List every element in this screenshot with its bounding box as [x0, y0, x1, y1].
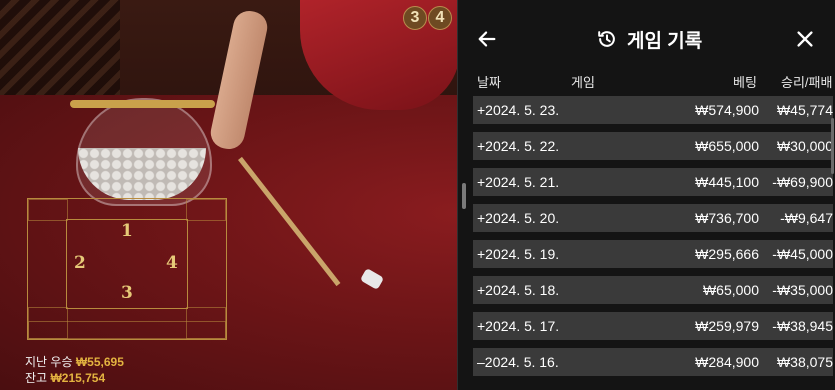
- betting-board: 1 2 3 4: [27, 198, 227, 340]
- back-button[interactable]: [472, 24, 502, 54]
- row-win-loss: -₩35,000: [772, 282, 833, 298]
- scrollbar[interactable]: [831, 118, 834, 174]
- row-bet: ₩284,900: [695, 354, 759, 370]
- column-header-date: 날짜: [477, 75, 501, 90]
- close-button[interactable]: [790, 24, 820, 54]
- history-row[interactable]: +2024. 5. 21. ₩445,100 -₩69,900: [473, 168, 833, 196]
- result-ball: 3: [403, 6, 427, 30]
- board-number-1: 1: [121, 221, 133, 241]
- row-bet: ₩655,000: [695, 138, 759, 154]
- row-win-loss: ₩45,774: [776, 102, 833, 118]
- history-row[interactable]: +2024. 5. 19. ₩295,666 -₩45,000: [473, 240, 833, 268]
- panel-header: 게임 기록: [458, 0, 835, 74]
- close-icon: [797, 31, 813, 47]
- ball-dome: [70, 98, 215, 208]
- board-cell: [186, 199, 226, 221]
- row-date: +2024. 5. 23.: [477, 102, 560, 118]
- row-bet: ₩259,979: [695, 318, 759, 334]
- column-header-win-loss: 승리/패배: [781, 75, 833, 90]
- row-bet: ₩736,700: [695, 210, 759, 226]
- recent-results: 34: [403, 6, 453, 30]
- last-win-line: 지난 우승 ₩55,695: [25, 354, 124, 370]
- balance-amount: ₩215,754: [50, 371, 106, 385]
- row-bet: ₩445,100: [695, 174, 759, 190]
- balance-line: 잔고 ₩215,754: [25, 370, 124, 386]
- row-bet: ₩65,000: [702, 282, 759, 298]
- dome-rim: [70, 100, 215, 108]
- board-cell: [28, 321, 226, 339]
- column-header-game: 게임: [571, 75, 595, 90]
- row-win-loss: -₩69,900: [772, 174, 833, 190]
- history-row[interactable]: +2024. 5. 18. ₩65,000 -₩35,000: [473, 276, 833, 304]
- result-ball: 4: [428, 6, 452, 30]
- panel-title: 게임 기록: [627, 30, 703, 52]
- history-row[interactable]: +2024. 5. 20. ₩736,700 -₩9,647: [473, 204, 833, 232]
- row-bet: ₩574,900: [695, 102, 759, 118]
- arrow-left-icon: [478, 31, 496, 47]
- row-date: +2024. 5. 17.: [477, 318, 560, 334]
- row-date: +2024. 5. 22.: [477, 138, 560, 154]
- row-win-loss: -₩45,000: [772, 246, 833, 262]
- board-number-2: 2: [74, 253, 86, 273]
- row-win-loss: -₩38,945: [772, 318, 833, 334]
- row-date: –2024. 5. 16.: [477, 354, 559, 370]
- history-icon: [598, 31, 615, 47]
- row-date: +2024. 5. 19.: [477, 246, 560, 262]
- panel-title-group: 게임 기록: [596, 24, 702, 54]
- board-number-4: 4: [166, 253, 178, 273]
- history-list: +2024. 5. 23. ₩574,900 ₩45,774 +2024. 5.…: [473, 96, 833, 384]
- row-date: +2024. 5. 21.: [477, 174, 560, 190]
- glass-cover: [76, 98, 212, 206]
- row-date: +2024. 5. 18.: [477, 282, 560, 298]
- balance-info: 지난 우승 ₩55,695 잔고 ₩215,754: [25, 354, 124, 386]
- panel-resize-handle[interactable]: [462, 183, 466, 209]
- row-date: +2024. 5. 20.: [477, 210, 560, 226]
- column-header-bet: 베팅: [733, 75, 757, 90]
- row-win-loss: -₩9,647: [780, 210, 833, 226]
- last-win-amount: ₩55,695: [75, 355, 124, 369]
- balance-label: 잔고: [25, 371, 48, 385]
- history-row[interactable]: +2024. 5. 17. ₩259,979 -₩38,945: [473, 312, 833, 340]
- row-bet: ₩295,666: [695, 246, 759, 262]
- row-win-loss: ₩30,000: [776, 138, 833, 154]
- row-win-loss: ₩38,075: [776, 354, 833, 370]
- board-number-3: 3: [121, 283, 133, 303]
- history-row[interactable]: +2024. 5. 22. ₩655,000 ₩30,000: [473, 132, 833, 160]
- history-row[interactable]: +2024. 5. 23. ₩574,900 ₩45,774: [473, 96, 833, 124]
- history-row[interactable]: –2024. 5. 16. ₩284,900 ₩38,075: [473, 348, 833, 376]
- game-history-panel: 게임 기록 날짜 게임 베팅 승리/패배 +2024. 5. 23. ₩574,…: [457, 0, 835, 390]
- last-win-label: 지난 우승: [25, 355, 73, 369]
- board-cell: [28, 199, 68, 221]
